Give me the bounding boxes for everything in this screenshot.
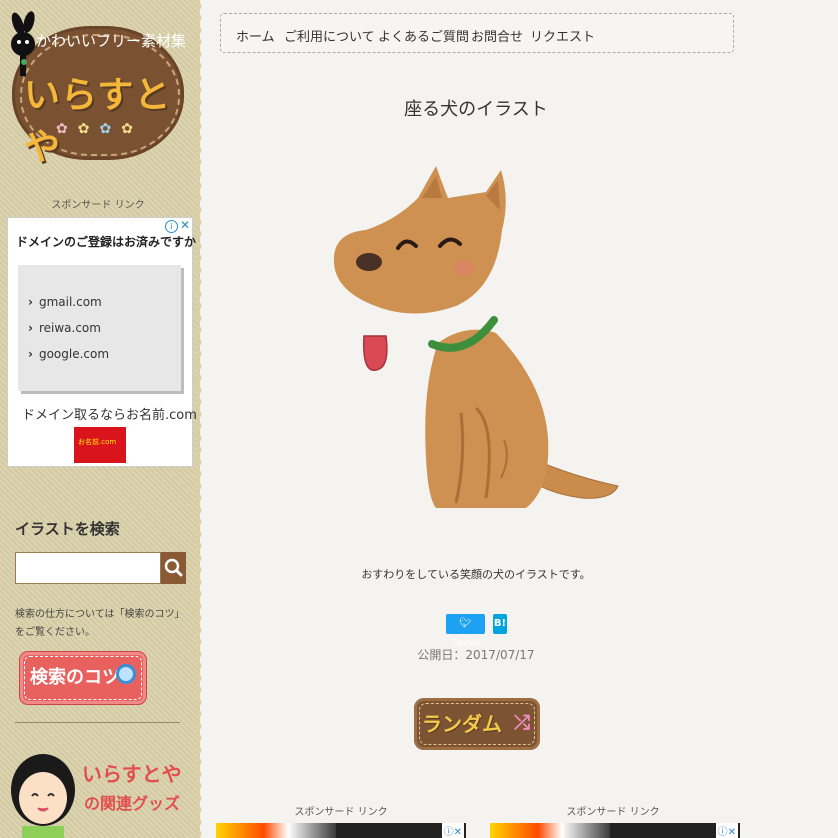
tweet-button[interactable]: 🐦︎Tweet: [446, 614, 485, 649]
magnifier-icon: [116, 664, 136, 684]
main-sponsor-label-right: スポンサード リンク: [566, 807, 660, 818]
chevron-right-icon: ›: [28, 347, 33, 361]
shuffle-icon: ⤮: [514, 710, 530, 734]
sidebar: かわいいフリー素材集 いらすとや ✿ ✿ ✿ ✿ スポンサード リンク i ✕ …: [0, 0, 200, 838]
ad-info-close-icon[interactable]: ⓘ✕: [441, 823, 464, 838]
sidebar-scalloped-edge: [196, 0, 206, 838]
bottom-ad-right[interactable]: ⓘ✕: [490, 823, 740, 838]
logo-title: いらすとや: [24, 75, 172, 168]
sidebar-divider: [15, 722, 180, 723]
flower-icon: ✿: [77, 121, 90, 137]
ad-strip: [216, 823, 336, 838]
nav-home[interactable]: ホーム: [236, 26, 275, 45]
sidebar-sponsor-label: スポンサード リンク: [51, 200, 145, 211]
nav-request[interactable]: リクエスト: [530, 26, 595, 45]
goods-subtitle: の関連グッズ: [84, 794, 181, 813]
search-icon: [164, 558, 183, 577]
top-navigation: ホーム ご利用について よくあるご質問 お問合せ リクエスト: [220, 13, 734, 53]
random-label: ランダム: [422, 712, 502, 736]
flower-icon: ✿: [121, 121, 133, 137]
chevron-right-icon: ›: [28, 295, 33, 309]
publish-date: 公開日：2017/07/17: [417, 648, 535, 662]
ad-domain-item[interactable]: › google.com: [28, 347, 109, 361]
ad-banner[interactable]: お名前.com: [74, 427, 126, 463]
ad-domain-label: gmail.com: [38, 295, 102, 309]
search-button[interactable]: [161, 552, 186, 584]
site-logo[interactable]: かわいいフリー素材集 いらすとや ✿ ✿ ✿ ✿: [6, 8, 192, 168]
ad-info-icon[interactable]: i: [165, 220, 178, 233]
search-tips-button[interactable]: 検索のコツ: [20, 652, 146, 704]
ad-domain-item[interactable]: › reiwa.com: [28, 321, 101, 335]
ad-footer-text[interactable]: ドメイン取るならお名前.com: [22, 404, 197, 423]
bottom-ad-left[interactable]: ⓘ✕: [216, 823, 466, 838]
logo-tagline: かわいいフリー素材集: [36, 32, 187, 50]
post-description: おすわりをしている笑顔の犬のイラストです。: [361, 568, 591, 581]
ad-info-close-icon[interactable]: ⓘ✕: [715, 823, 738, 838]
hatena-bookmark-button[interactable]: B!: [493, 614, 507, 634]
related-goods-banner[interactable]: いらすとや の関連グッズ: [8, 752, 192, 838]
ad-banner-text: お名前.com: [78, 438, 117, 446]
search-help-text: 検索の仕方については「検索のコツ」をご覧ください。: [15, 609, 185, 638]
sidebar-ad[interactable]: i ✕ ドメインのご登録はお済みですか... › gmail.com › reiwa…: [7, 217, 200, 467]
random-button[interactable]: ランダム ⤮: [414, 698, 540, 750]
nav-faq[interactable]: よくあるご質問: [378, 26, 469, 45]
girl-illustration-icon: [11, 754, 75, 838]
logo-flowers: ✿ ✿ ✿ ✿: [56, 122, 133, 136]
nav-usage[interactable]: ご利用について: [284, 26, 375, 45]
ad-close-icon[interactable]: ✕: [180, 218, 190, 232]
chevron-right-icon: ›: [28, 321, 33, 335]
ad-domain-item[interactable]: › gmail.com: [28, 295, 102, 309]
search-input[interactable]: [15, 552, 161, 584]
nav-contact[interactable]: お問合せ: [471, 26, 523, 45]
search-heading: イラストを検索: [15, 520, 120, 538]
ad-domain-list: › gmail.com › reiwa.com › google.com: [18, 265, 181, 391]
flower-icon: ✿: [56, 121, 68, 137]
post-title: 座る犬のイラスト: [404, 99, 548, 120]
ad-strip: [490, 823, 610, 838]
main-sponsor-label-left: スポンサード リンク: [294, 807, 388, 818]
goods-title: いらすとや: [82, 762, 182, 786]
twitter-bird-icon: 🐦︎: [459, 618, 472, 629]
ad-domain-label: reiwa.com: [38, 321, 101, 335]
sitting-dog-illustration: [333, 166, 619, 508]
flower-icon: ✿: [99, 121, 112, 137]
ad-title[interactable]: ドメインのご登録はお済みですか...: [16, 233, 200, 250]
ad-domain-label: google.com: [38, 347, 110, 361]
